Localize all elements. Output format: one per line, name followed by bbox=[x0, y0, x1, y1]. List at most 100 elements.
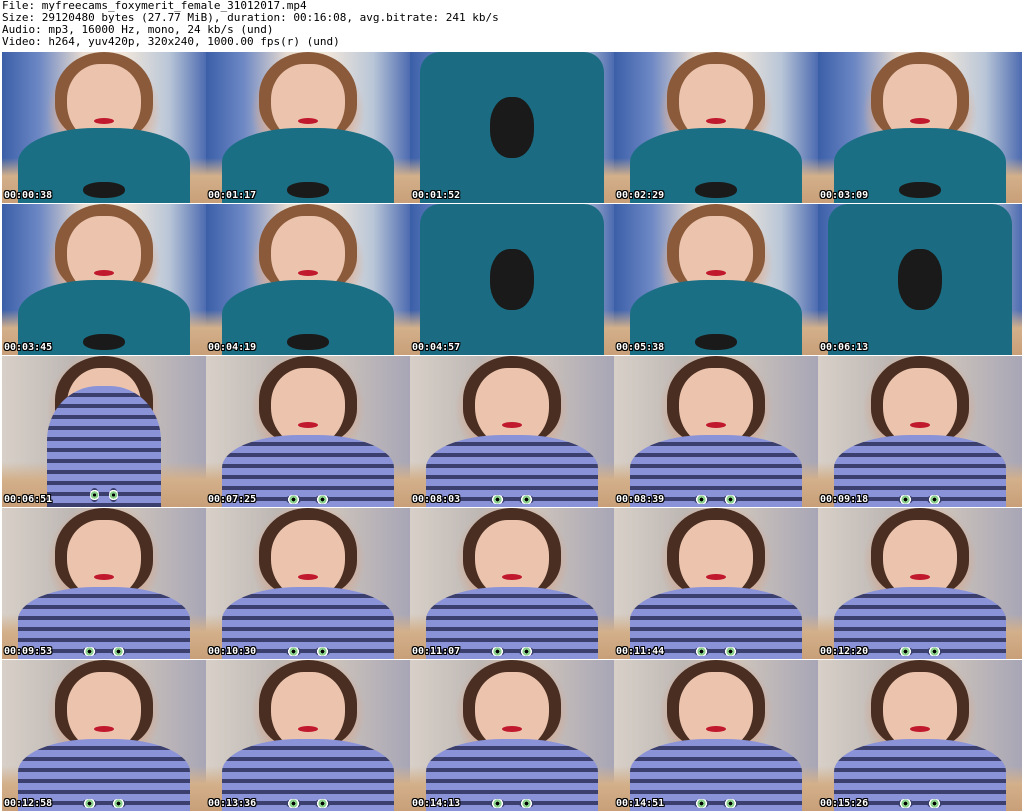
monster-eyes-print bbox=[488, 647, 536, 657]
monster-eyes-print bbox=[692, 799, 740, 809]
monster-eyes-print bbox=[80, 647, 128, 657]
thumbnail-frame bbox=[614, 52, 818, 203]
print-eye-left bbox=[898, 495, 913, 505]
thumbnail-frame bbox=[410, 508, 614, 659]
monster-eyes-print bbox=[284, 495, 332, 505]
thumbnail-timestamp: 00:11:44 bbox=[616, 646, 665, 657]
video-thumbnail: 00:14:13 bbox=[410, 660, 614, 811]
print-eye-right bbox=[315, 495, 330, 505]
print-eye-left bbox=[490, 647, 505, 657]
thumbnail-timestamp: 00:04:57 bbox=[412, 342, 461, 353]
thumbnail-frame bbox=[614, 204, 818, 355]
thumbnail-timestamp: 00:06:13 bbox=[820, 342, 869, 353]
print-eye-right bbox=[519, 495, 534, 505]
print-eye-right bbox=[927, 495, 942, 505]
thumbnail-frame bbox=[614, 508, 818, 659]
video-thumbnail: 00:14:51 bbox=[614, 660, 818, 811]
print-eye-left bbox=[694, 647, 709, 657]
thumbnail-timestamp: 00:10:30 bbox=[208, 646, 257, 657]
thumbnail-frame bbox=[614, 356, 818, 507]
sweater-closeup bbox=[420, 204, 604, 355]
thumbnail-timestamp: 00:05:38 bbox=[616, 342, 665, 353]
sweater-closeup bbox=[420, 52, 604, 203]
video-thumbnail: 00:07:25 bbox=[206, 356, 410, 507]
video-thumbnail: 00:09:18 bbox=[818, 356, 1022, 507]
monster-eyes-print bbox=[692, 647, 740, 657]
print-eye-right bbox=[315, 799, 330, 809]
thumbnail-timestamp: 00:14:51 bbox=[616, 798, 665, 809]
video-thumbnail: 00:06:51 bbox=[2, 356, 206, 507]
video-thumbnail: 00:09:53 bbox=[2, 508, 206, 659]
monster-eyes-print bbox=[896, 647, 944, 657]
thumbnail-timestamp: 00:12:58 bbox=[4, 798, 53, 809]
video-thumbnail: 00:04:19 bbox=[206, 204, 410, 355]
thumbnail-frame bbox=[410, 52, 614, 203]
print-eye-right bbox=[108, 487, 119, 503]
print-eye-right bbox=[723, 799, 738, 809]
raccoon-print bbox=[83, 181, 125, 199]
thumbnail-timestamp: 00:00:38 bbox=[4, 190, 53, 201]
video-info-line: Video: h264, yuv420p, 320x240, 1000.00 f… bbox=[2, 35, 340, 48]
video-thumbnail: 00:00:38 bbox=[2, 52, 206, 203]
file-info-header: File: myfreecams_foxymerit_female_310120… bbox=[2, 0, 1022, 48]
thumbnail-frame bbox=[818, 52, 1022, 203]
video-thumbnail: 00:11:07 bbox=[410, 508, 614, 659]
raccoon-print bbox=[287, 333, 329, 351]
raccoon-print bbox=[695, 333, 737, 351]
thumbnail-frame bbox=[2, 508, 206, 659]
raccoon-print bbox=[287, 181, 329, 199]
thumbnail-frame bbox=[206, 52, 410, 203]
thumbnail-frame bbox=[206, 508, 410, 659]
monster-eyes-print bbox=[488, 799, 536, 809]
print-eye-left bbox=[490, 799, 505, 809]
print-eye-left bbox=[490, 495, 505, 505]
video-thumbnail: 00:15:26 bbox=[818, 660, 1022, 811]
monster-eyes-print bbox=[88, 487, 120, 503]
print-eye-right bbox=[927, 647, 942, 657]
video-thumbnail: 00:08:39 bbox=[614, 356, 818, 507]
print-eye-right bbox=[723, 495, 738, 505]
video-thumbnail: 00:03:45 bbox=[2, 204, 206, 355]
thumbnail-frame bbox=[818, 660, 1022, 811]
raccoon-print bbox=[489, 97, 535, 158]
thumbnail-timestamp: 00:08:39 bbox=[616, 494, 665, 505]
monster-eyes-print bbox=[80, 799, 128, 809]
video-thumbnail: 00:05:38 bbox=[614, 204, 818, 355]
thumbnail-frame bbox=[818, 356, 1022, 507]
thumbnail-frame bbox=[206, 204, 410, 355]
monster-eyes-print bbox=[284, 799, 332, 809]
thumbnail-timestamp: 00:07:25 bbox=[208, 494, 257, 505]
thumbnail-frame bbox=[614, 660, 818, 811]
video-thumbnail: 00:08:03 bbox=[410, 356, 614, 507]
thumbnail-frame bbox=[206, 660, 410, 811]
print-eye-left bbox=[286, 799, 301, 809]
monster-eyes-print bbox=[488, 495, 536, 505]
print-eye-left bbox=[89, 487, 100, 503]
thumbnail-frame bbox=[410, 356, 614, 507]
video-thumbnail: 00:13:36 bbox=[206, 660, 410, 811]
print-eye-right bbox=[519, 799, 534, 809]
thumbnail-grid: 00:00:38 00:01:17 00:01:52 00:02:29 00:03:09… bbox=[0, 48, 1024, 811]
thumbnail-timestamp: 00:04:19 bbox=[208, 342, 257, 353]
thumbnail-timestamp: 00:09:18 bbox=[820, 494, 869, 505]
thumbnail-timestamp: 00:11:07 bbox=[412, 646, 461, 657]
print-eye-right bbox=[315, 647, 330, 657]
print-eye-right bbox=[519, 647, 534, 657]
video-thumbnail: 00:02:29 bbox=[614, 52, 818, 203]
thumbnail-frame bbox=[410, 660, 614, 811]
video-thumbnail: 00:01:52 bbox=[410, 52, 614, 203]
print-eye-right bbox=[927, 799, 942, 809]
raccoon-print bbox=[83, 333, 125, 351]
monster-eyes-print bbox=[692, 495, 740, 505]
print-eye-left bbox=[694, 799, 709, 809]
striped-shirt bbox=[46, 386, 162, 507]
print-eye-left bbox=[898, 647, 913, 657]
video-thumbnail: 00:10:30 bbox=[206, 508, 410, 659]
thumbnail-frame bbox=[2, 660, 206, 811]
thumbnail-frame bbox=[410, 204, 614, 355]
video-thumbnail: 00:11:44 bbox=[614, 508, 818, 659]
video-thumbnail: 00:12:58 bbox=[2, 660, 206, 811]
thumbnail-timestamp: 00:03:09 bbox=[820, 190, 869, 201]
print-eye-left bbox=[286, 647, 301, 657]
print-eye-left bbox=[82, 799, 97, 809]
